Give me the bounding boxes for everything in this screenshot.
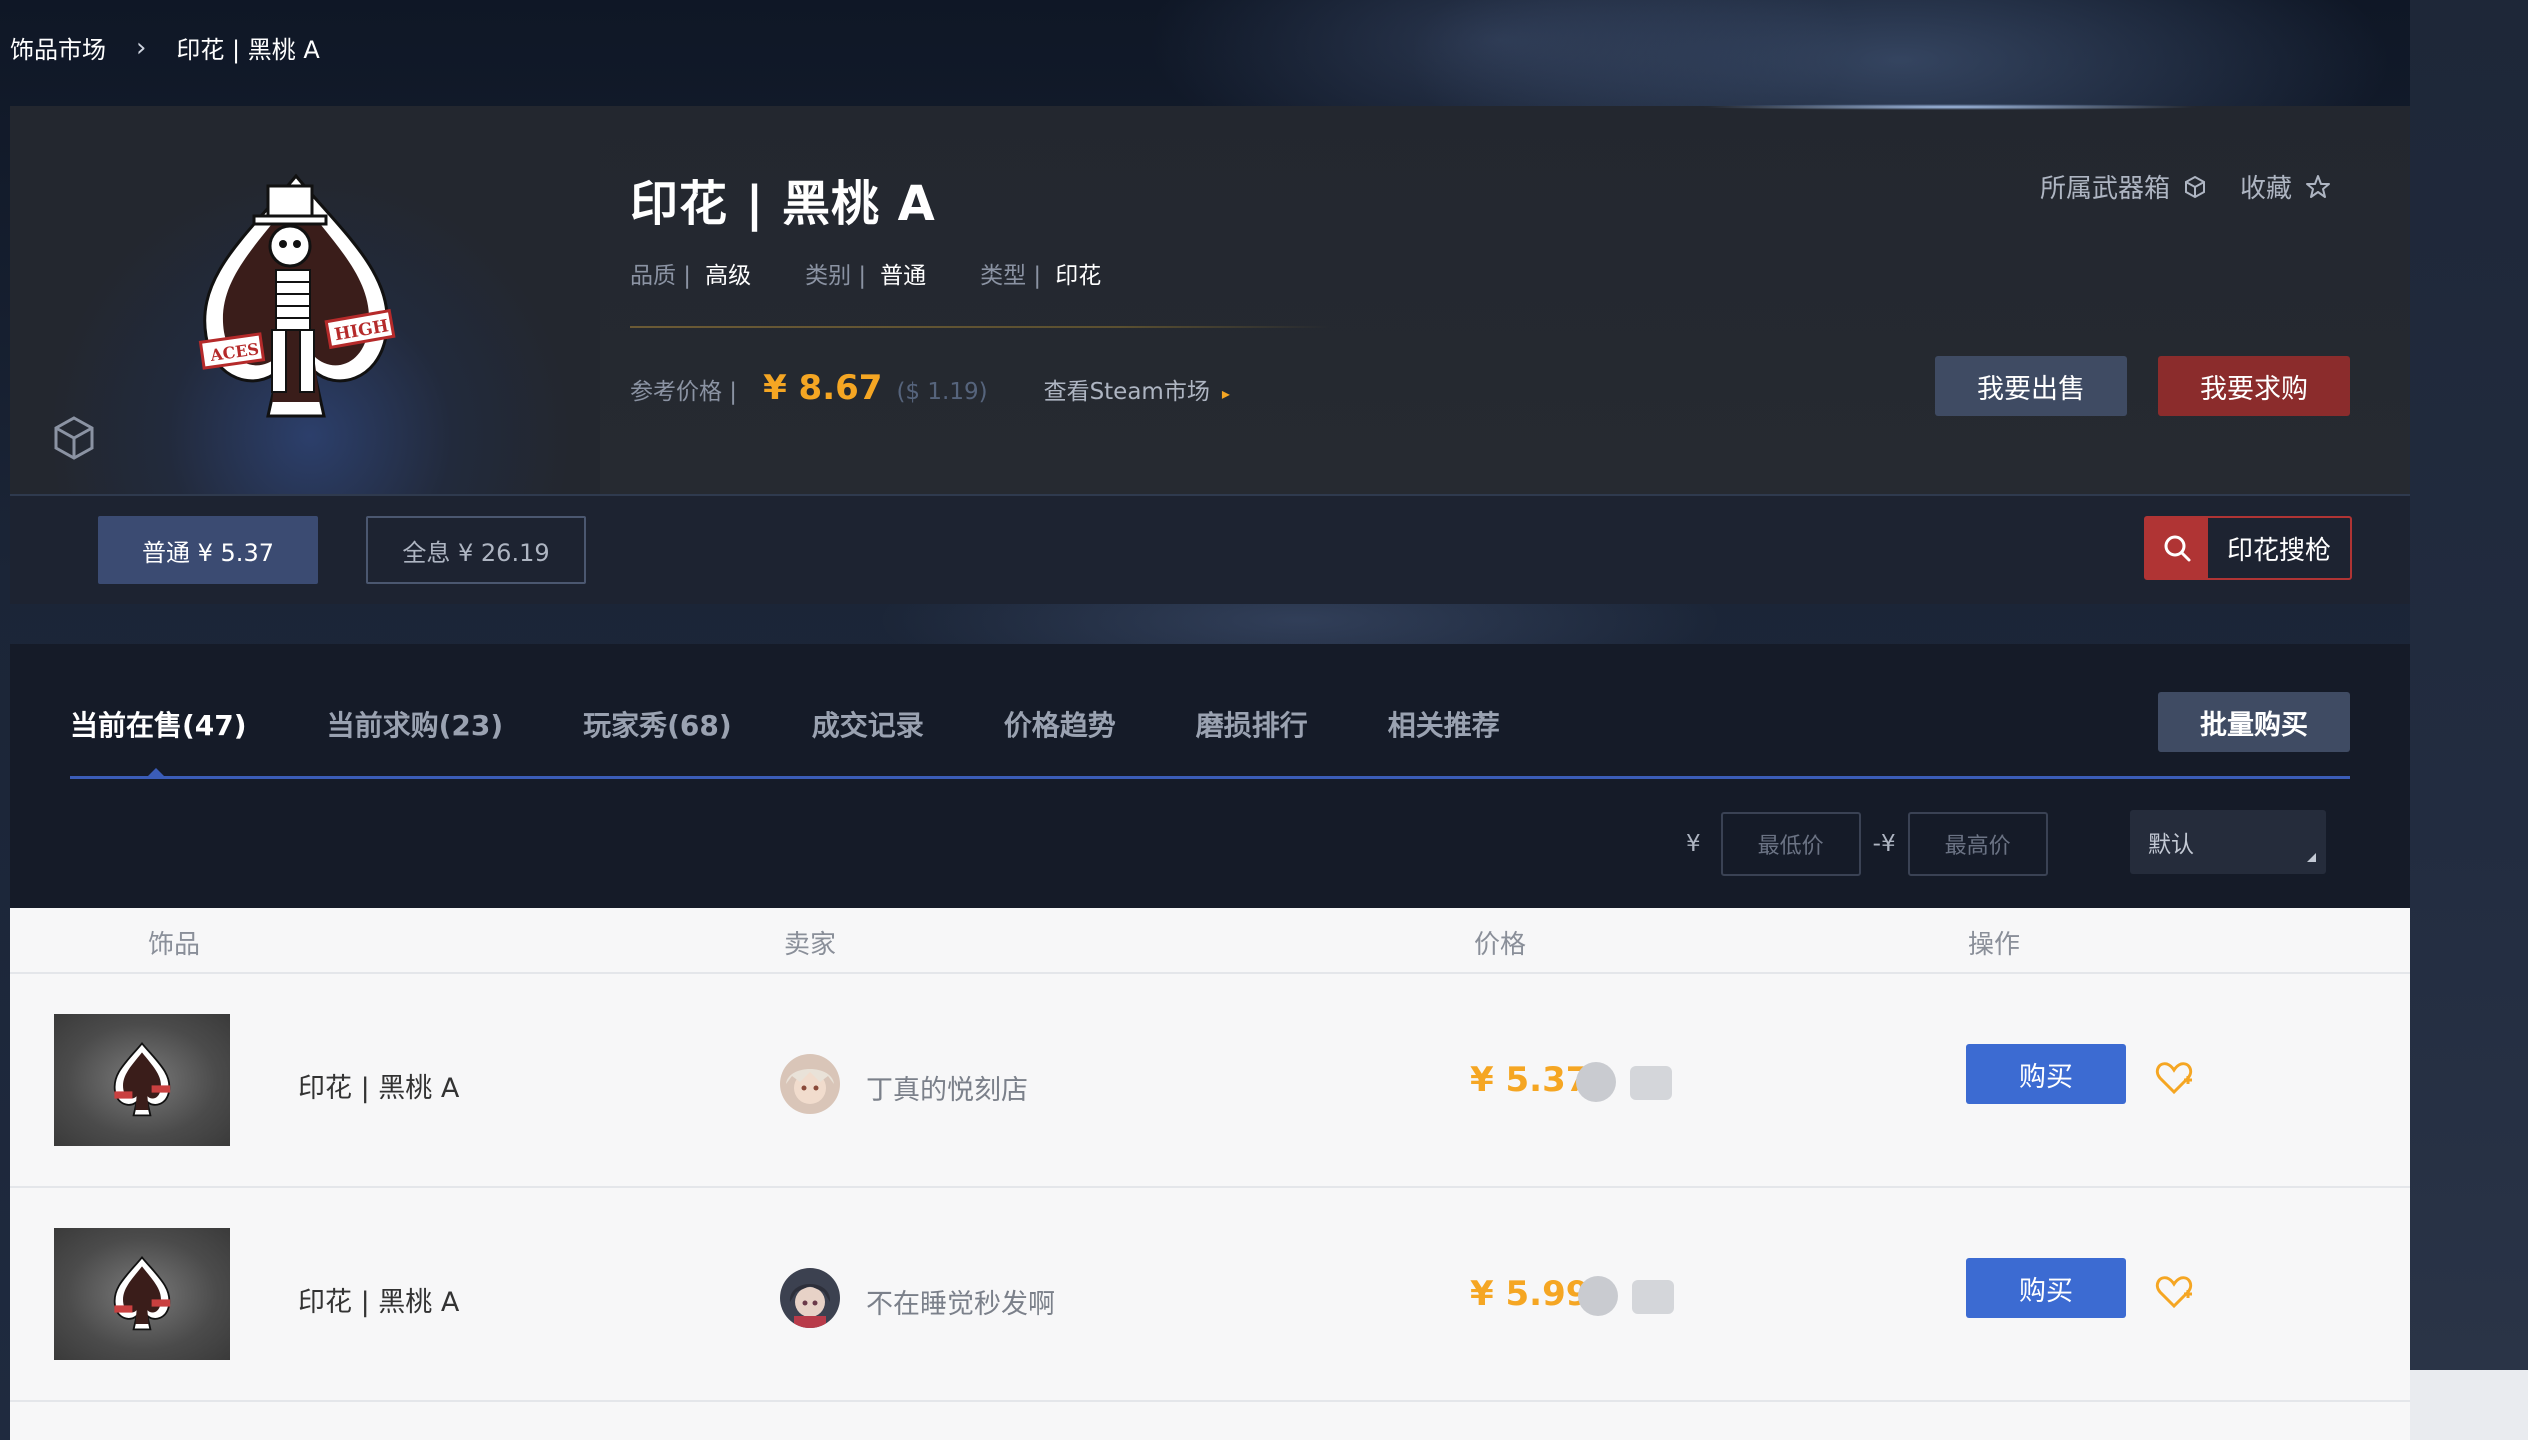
reference-price-row: 参考价格 | ¥ 8.67 ($ 1.19) 查看Steam市场 ▸ [630, 368, 1230, 408]
tab-player-show[interactable]: 玩家秀(68) [583, 704, 732, 744]
min-price-input[interactable]: 最低价 [1720, 812, 1861, 876]
search-gun-label: 印花搜枪 [2226, 535, 2331, 566]
ref-price-label: 参考价格 | [630, 379, 738, 405]
max-price-input[interactable]: 最高价 [1907, 812, 2048, 876]
favorite-label: 收藏 [2240, 174, 2293, 204]
seller-name[interactable]: 不在睡觉秒发啊 [866, 1282, 1055, 1321]
category-value: 普通 [880, 263, 927, 289]
add-favorite-heart-icon[interactable] [2154, 1272, 2194, 1312]
sell-button[interactable]: 我要出售 [1935, 356, 2127, 416]
item-name[interactable]: 印花 | 黑桃 A [298, 1066, 459, 1105]
sort-select-value: 默认 [2148, 832, 2194, 858]
add-favorite-heart-icon[interactable] [2154, 1058, 2194, 1098]
sort-select[interactable]: 默认 [2130, 810, 2326, 874]
item-attributes: 品质 | 高级 类别 | 普通 类型 | 印花 [630, 256, 1155, 290]
quality-value: 高级 [705, 263, 752, 289]
column-header-item: 饰品 [148, 930, 201, 960]
weapon-case-label: 所属武器箱 [2040, 174, 2171, 204]
top-actions: 所属武器箱 收藏 [2040, 168, 2528, 205]
header-divider [630, 326, 1330, 328]
tab-price-trend[interactable]: 价格趋势 [1004, 704, 1116, 744]
seller-avatar[interactable] [780, 1054, 840, 1114]
column-header-action: 操作 [1968, 930, 2021, 960]
batch-buy-button[interactable]: 批量购买 [2158, 692, 2350, 752]
variant-normal-button[interactable]: 普通 ¥ 5.37 [98, 516, 318, 584]
trade-badge-icon [1576, 1062, 1616, 1102]
3d-view-icon[interactable] [50, 414, 98, 462]
sticker-search-gun-button[interactable]: 印花搜枪 [2144, 516, 2352, 580]
seller-name[interactable]: 丁真的悦刻店 [866, 1068, 1028, 1107]
ref-price-usd: ($ 1.19) [896, 379, 988, 405]
tab-bar: 当前在售(47) 当前求购(23) 玩家秀(68) 成交记录 价格趋势 磨损排行… [70, 704, 1580, 744]
sticker-image: ACES HIGH [198, 173, 396, 418]
favorite-button[interactable]: 收藏 [2240, 168, 2332, 205]
category-label: 类别 | [805, 263, 867, 289]
price-filter: ¥ 最低价 -¥ 最高价 [1686, 812, 2048, 876]
variant-holo-button[interactable]: 全息 ¥ 26.19 [366, 516, 586, 584]
search-icon [2146, 518, 2208, 578]
tab-on-sale[interactable]: 当前在售(47) [70, 704, 247, 744]
chevron-right-icon: › [136, 32, 147, 63]
tab-underline [70, 776, 2350, 779]
type-value: 印花 [1055, 263, 1102, 289]
currency-symbol-max: -¥ [1872, 831, 1896, 857]
listing-price: ¥ 5.37 [1470, 1060, 1590, 1100]
seller-avatar[interactable] [780, 1268, 840, 1328]
ref-price-cny: ¥ 8.67 [763, 368, 883, 408]
star-icon [2306, 174, 2331, 198]
buy-button[interactable]: 购买 [1966, 1044, 2126, 1104]
table-header [10, 908, 2410, 974]
bottom-right-background [2410, 1370, 2528, 1440]
item-name[interactable]: 印花 | 黑桃 A [298, 1280, 459, 1319]
breadcrumb-current: 印花 | 黑桃 A [176, 36, 320, 64]
sticker-badge-icon [1632, 1280, 1674, 1314]
header-glow [1700, 104, 2200, 110]
cube-icon [2185, 175, 2206, 198]
tab-trade-history[interactable]: 成交记录 [812, 704, 924, 744]
category-attr: 类别 | 普通 [805, 256, 926, 290]
tab-recommendations[interactable]: 相关推荐 [1388, 704, 1500, 744]
buy-button[interactable]: 购买 [1966, 1258, 2126, 1318]
tab-wear-ranking[interactable]: 磨损排行 [1196, 704, 1308, 744]
column-header-seller: 卖家 [784, 930, 837, 960]
listing-price: ¥ 5.99 [1470, 1274, 1590, 1314]
weapon-case-link[interactable]: 所属武器箱 [2040, 168, 2208, 205]
steam-market-link[interactable]: 查看Steam市场 [1044, 372, 1210, 406]
right-background [2410, 0, 2528, 1370]
type-label: 类型 | [980, 263, 1042, 289]
type-attr: 类型 | 印花 [980, 256, 1101, 290]
trade-badge-icon [1578, 1276, 1618, 1316]
table-row: 印花 | 黑桃 A 不在睡觉秒发啊 ¥ 5.99 购买 [10, 1188, 2410, 1402]
item-thumbnail[interactable] [54, 1228, 230, 1360]
sticker-badge-icon [1630, 1066, 1672, 1100]
breadcrumb: 饰品市场 › 印花 | 黑桃 A [10, 30, 320, 65]
quality-label: 品质 | [630, 263, 692, 289]
buy-request-button[interactable]: 我要求购 [2158, 356, 2350, 416]
currency-symbol-min: ¥ [1686, 831, 1701, 857]
caret-right-icon: ▸ [1221, 384, 1230, 403]
active-tab-pointer [148, 768, 164, 776]
column-header-price: 价格 [1474, 930, 1527, 960]
dropdown-triangle-icon [2307, 853, 2316, 862]
breadcrumb-root[interactable]: 饰品市场 [10, 30, 106, 65]
item-thumbnail[interactable] [54, 1014, 230, 1146]
quality-attr: 品质 | 高级 [630, 256, 751, 290]
item-title: 印花 | 黑桃 A [630, 176, 936, 232]
tab-buy-orders[interactable]: 当前求购(23) [327, 704, 504, 744]
table-row: 印花 | 黑桃 A 丁真的悦刻店 ¥ 5.37 购买 [10, 974, 2410, 1188]
